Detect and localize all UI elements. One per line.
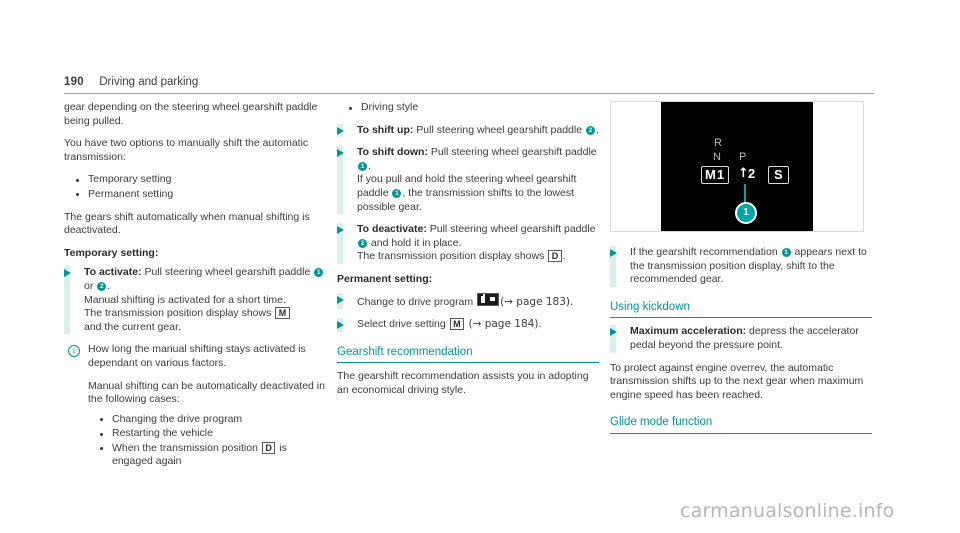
step-lead-label: To deactivate:	[357, 223, 427, 236]
note-text-1: How long the manual shifting stays activ…	[88, 343, 306, 369]
figure-transmission-position-display: R N P M1 ↑ 2 S 1	[610, 101, 864, 232]
list-item: Temporary setting	[64, 173, 326, 187]
step-to-shift-up: To shift up: Pull steering wheel gearshi…	[337, 123, 599, 138]
subheading-permanent-setting: Permanent setting:	[337, 272, 433, 285]
gear-label-n: N	[713, 151, 721, 163]
step-line-2-pre: The transmission position display shows	[357, 250, 548, 263]
running-head: 190 Driving and parking	[64, 72, 874, 94]
gear-label-r: R	[714, 137, 722, 149]
callout-badge-2: 2	[585, 125, 595, 135]
step-line-2-post: .	[562, 250, 566, 263]
step-text-pre: If the gearshift recommendation	[630, 246, 781, 258]
callout-badge-1-b: 1	[392, 188, 402, 198]
paragraph-two-options: You have two options to manually shift t…	[64, 137, 309, 163]
page-reference[interactable]: (→ page 184).	[465, 318, 541, 330]
gear-symbol-d: D	[548, 250, 562, 263]
step-text-after: .	[368, 159, 371, 172]
step-triangle-icon	[64, 269, 71, 278]
case-text-pre: When the transmission position	[112, 441, 261, 454]
gear-symbol-m: M	[449, 318, 465, 331]
gear-label-p: P	[739, 151, 747, 163]
callout-badge-1: 1	[358, 161, 367, 171]
paragraph-gears-shift-auto: The gears shift automatically when manua…	[64, 210, 310, 237]
step-maximum-acceleration: Maximum acceleration: depress the accele…	[610, 325, 872, 353]
recommended-gear: 2	[748, 166, 756, 181]
step-to-activate: To activate: Pull steering wheel gearshi…	[64, 266, 326, 335]
callout-badge-1: 1	[735, 202, 757, 224]
list-item: Restarting the vehicle	[88, 427, 326, 441]
step-lead-label: To shift down:	[357, 146, 428, 159]
driving-style-list: Driving style	[337, 101, 599, 115]
info-icon: i	[68, 344, 80, 357]
column-2: Driving style To shift up: Pull steering…	[337, 101, 599, 407]
column-3: R N P M1 ↑ 2 S 1 If the gearshift recomm…	[610, 101, 872, 441]
gear-symbol-m: M	[275, 307, 290, 320]
paragraph-gearshift-recommendation: The gearshift recommendation assists you…	[337, 370, 589, 396]
step-to-deactivate: To deactivate: Pull steering wheel gears…	[337, 223, 599, 264]
section-heading-using-kickdown: Using kickdown	[610, 301, 872, 319]
note-manual-shifting: i How long the manual shifting stays act…	[64, 343, 326, 469]
step-line-3: The transmission position display shows	[84, 307, 275, 320]
step-triangle-icon	[610, 249, 617, 257]
step-text: Pull steering wheel gearshift paddle	[141, 266, 314, 279]
step-line-4: and the current gear.	[84, 320, 181, 333]
step-text: Pull steering wheel gearshift paddle	[413, 123, 585, 136]
list-item: Driving style	[337, 101, 599, 115]
section-heading-gearshift-recommendation: Gearshift recommendation	[337, 346, 599, 364]
step-change-drive-program: Change to drive program (→ page 183).	[337, 292, 599, 310]
step-triangle-icon	[610, 328, 617, 337]
step-to-shift-down: To shift down: Pull steering wheel gears…	[337, 146, 599, 215]
list-item: Permanent setting	[64, 188, 326, 202]
step-triangle-icon	[337, 149, 344, 158]
drive-mode-box: S	[768, 166, 789, 184]
callout-badge-2: 2	[97, 281, 107, 291]
paragraph-overrev-protection: To protect against engine overrev, the a…	[610, 361, 864, 401]
watermark: carmanualsonline.info	[680, 500, 895, 522]
step-triangle-icon	[337, 321, 344, 330]
callout-badge-1: 1	[781, 248, 791, 257]
step-lead-label: To shift up:	[357, 123, 414, 136]
step-select-drive-setting: Select drive setting M (→ page 184).	[337, 318, 599, 332]
step-text-after: .	[107, 279, 111, 292]
chapter-title: Driving and parking	[99, 76, 199, 88]
current-gear-box: M1	[701, 166, 730, 184]
list-item: When the transmission position D is enga…	[88, 441, 326, 469]
section-heading-glide-mode: Glide mode function	[610, 416, 872, 434]
subheading-temporary-setting: Temporary setting:	[64, 246, 159, 259]
step-lead-label: To activate:	[84, 266, 142, 279]
instrument-cluster-display: R N P M1 ↑ 2 S 1	[611, 102, 863, 231]
note-cases-list: Changing the drive program Restarting th…	[88, 413, 326, 469]
step-text: Select drive setting	[357, 318, 449, 331]
note-text-2: Manual shifting can be automatically dea…	[88, 379, 325, 406]
step-text-between: or	[84, 279, 97, 292]
step-text: Pull steering wheel gearshift paddle	[426, 223, 596, 236]
step-triangle-icon	[337, 226, 344, 235]
step-text: Change to drive program	[357, 295, 477, 308]
callout-badge-1: 1	[314, 268, 324, 278]
drive-program-icon	[477, 292, 500, 306]
step-gearshift-recommendation: If the gearshift recommendation 1 appear…	[610, 246, 872, 287]
step-text: Pull steering wheel gearshift paddle	[427, 146, 597, 159]
list-item: Changing the drive program	[88, 413, 326, 427]
step-triangle-icon	[337, 126, 344, 135]
step-text-after: and hold it in place.	[368, 236, 462, 249]
page-reference[interactable]: (→ page 183).	[500, 296, 573, 308]
paragraph-gear-depending: gear depending on the steering wheel gea…	[64, 101, 318, 127]
column-1: gear depending on the steering wheel gea…	[64, 101, 326, 478]
step-triangle-icon	[337, 295, 344, 304]
step-text-after: .	[595, 123, 599, 136]
step-lead-label: Maximum acceleration:	[630, 325, 747, 338]
callout-badge-2: 2	[358, 238, 367, 248]
page-number: 190	[64, 76, 84, 88]
options-list: Temporary setting Permanent setting	[64, 173, 326, 201]
step-line-2: Manual shifting is activated for a short…	[84, 293, 286, 306]
gear-symbol-d: D	[261, 441, 276, 454]
